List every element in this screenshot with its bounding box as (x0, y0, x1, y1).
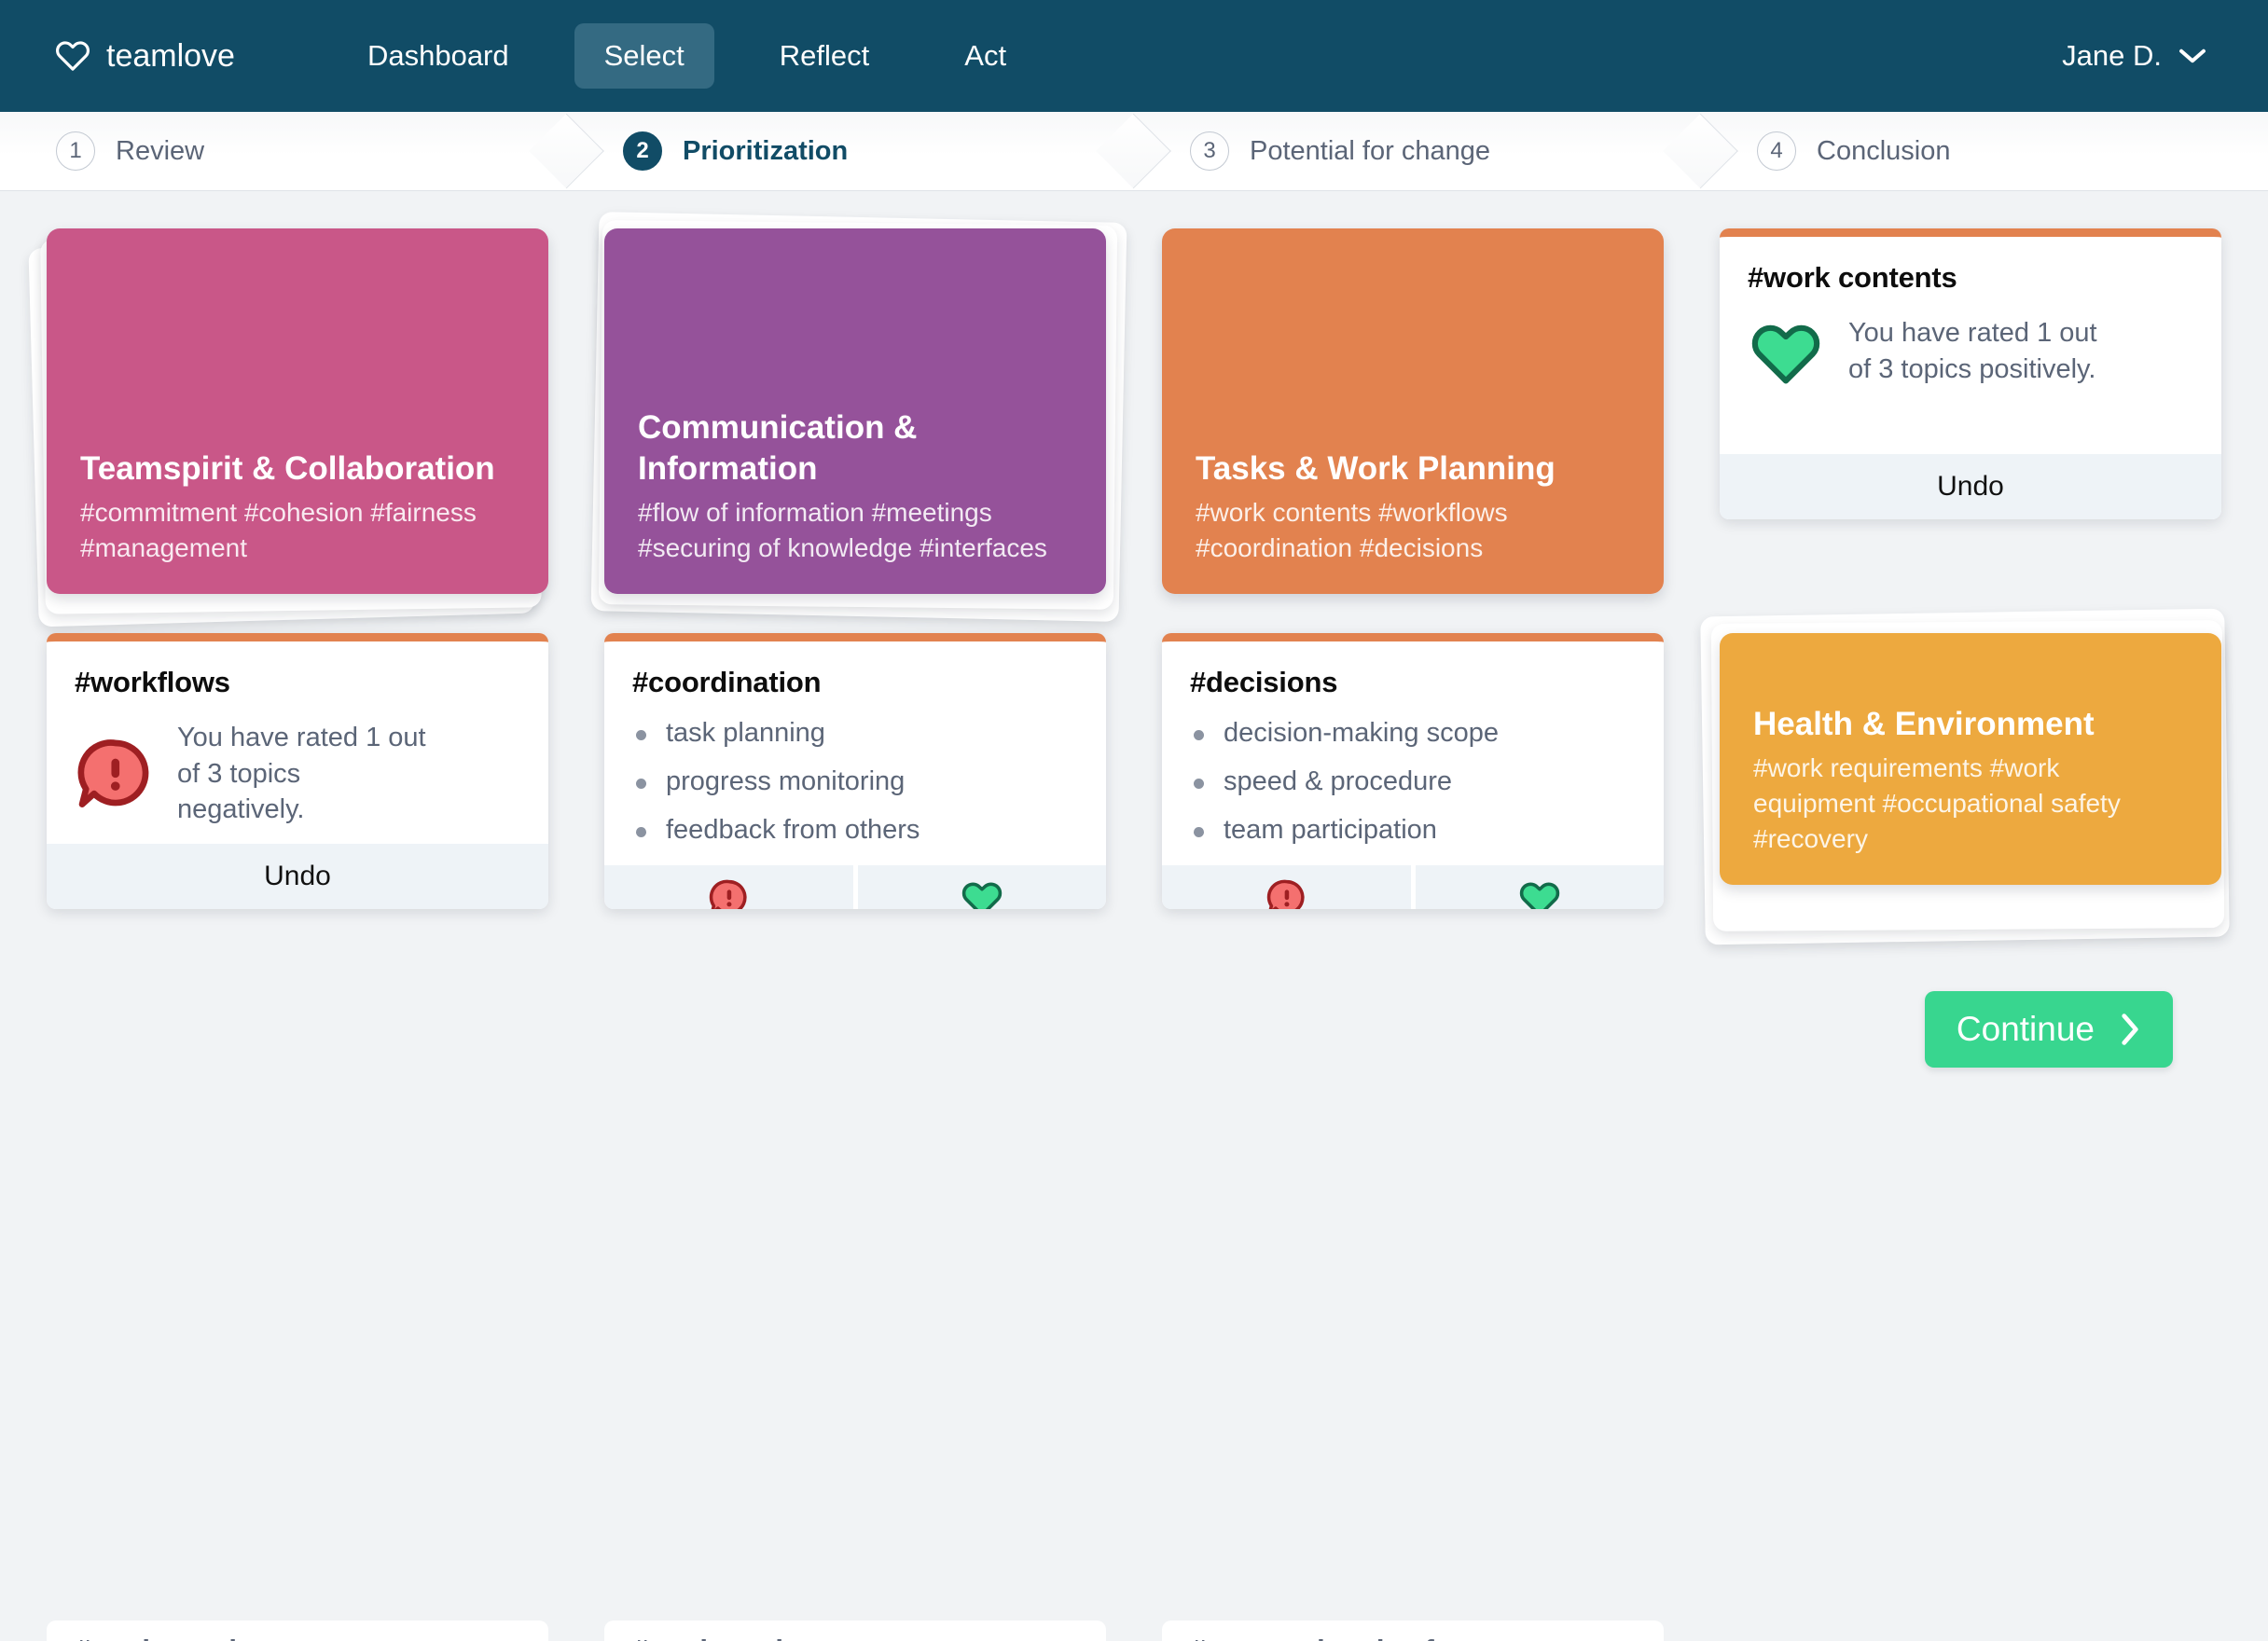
undo-button[interactable]: Undo (47, 844, 548, 909)
step-conclusion[interactable]: 4 Conclusion (1701, 112, 2268, 190)
nav-item-dashboard[interactable]: Dashboard (338, 23, 539, 89)
heart-outline-icon (56, 41, 90, 71)
user-menu[interactable]: Jane D. (2062, 39, 2233, 73)
cards-grid: Teamspirit & Collaboration #commitment #… (28, 212, 2230, 945)
brand-name: teamlove (106, 37, 235, 74)
list-item: feedback from others (632, 816, 1078, 845)
rating-card-body: #decisions decision-making scope speed &… (1162, 641, 1664, 865)
rating-card-body: #work contents You have rated 1 out of 3… (1720, 237, 2221, 454)
step-label: Potential for change (1250, 135, 1490, 166)
step-number: 1 (56, 131, 95, 171)
rate-negative-button[interactable] (1162, 864, 1411, 909)
nav-item-reflect[interactable]: Reflect (750, 23, 899, 89)
topic-card-title: Health & Environment (1753, 706, 2095, 743)
topic-card-tags: #work contents #workflows #coordination … (1196, 497, 1508, 562)
topic-card-title: Teamspirit & Collaboration (80, 450, 495, 488)
rating-slot-work-contents: #work contents You have rated 1 out of 3… (1720, 228, 2221, 594)
topic-card-communication[interactable]: Communication & Information #flow of inf… (604, 228, 1106, 594)
nav-item-act[interactable]: Act (934, 23, 1036, 89)
brand-logo[interactable]: teamlove (35, 37, 235, 75)
step-potential-for-change[interactable]: 3 Potential for change (1134, 112, 1701, 190)
rating-card-work-contents: #work contents You have rated 1 out of 3… (1720, 228, 2221, 519)
speech-bubble-alert-icon (1267, 879, 1305, 909)
continue-button[interactable]: Continue (1924, 991, 2173, 1068)
peek-card-title: #work equipment (632, 1634, 870, 1641)
nav-item-select[interactable]: Select (574, 23, 714, 89)
rating-card-workflows: #workflows You have rated 1 out of 3 top… (47, 633, 548, 909)
rate-positive-button[interactable] (1415, 864, 1664, 909)
peek-card[interactable]: #work equipment (604, 1620, 1106, 1641)
peek-card[interactable]: #occupational safety (1162, 1620, 1664, 1641)
next-cards-peek-row: #work requirements #work equipment #occu… (47, 1620, 2221, 1641)
peek-card-title: #occupational safety (1190, 1634, 1476, 1641)
peek-card-title: #work requirements (75, 1634, 350, 1641)
rating-card-body: #coordination task planning progress mon… (604, 641, 1106, 865)
rating-card-title: #workflows (75, 666, 230, 698)
rate-positive-button[interactable] (857, 864, 1106, 909)
peek-card[interactable]: #work requirements (47, 1620, 548, 1641)
rating-status-row: You have rated 1 out of 3 topics positiv… (1748, 315, 2193, 387)
topic-card-title: Communication & Information (638, 409, 918, 488)
rating-card-title: #decisions (1190, 666, 1338, 698)
topic-slot-health: Health & Environment #work requirements … (1700, 608, 2230, 945)
step-number: 4 (1757, 131, 1796, 171)
rating-card-coordination: #coordination task planning progress mon… (604, 633, 1106, 909)
rating-message: You have rated 1 out of 3 topics positiv… (1848, 318, 2097, 384)
topic-slot-tasks: Tasks & Work Planning #work contents #wo… (1162, 228, 1664, 594)
step-label: Review (116, 135, 205, 166)
rating-card-actions: Undo (1720, 454, 2221, 519)
app-header: teamlove Dashboard Select Reflect Act Ja… (0, 0, 2268, 112)
rating-card-title: #coordination (632, 666, 822, 698)
rating-card-body: #workflows You have rated 1 out of 3 top… (47, 641, 548, 844)
list-item: team participation (1190, 816, 1636, 845)
rating-status-row: You have rated 1 out of 3 topics negativ… (75, 720, 520, 828)
heart-filled-icon (961, 882, 1002, 909)
list-item: decision-making scope (1190, 719, 1636, 748)
chevron-right-icon (2122, 1014, 2138, 1045)
rating-card-actions (1162, 864, 1664, 909)
topic-card-tasks[interactable]: Tasks & Work Planning #work contents #wo… (1162, 228, 1664, 594)
rating-message: You have rated 1 out of 3 topics negativ… (177, 723, 426, 825)
rating-card-actions: Undo (47, 844, 548, 909)
step-prioritization[interactable]: 2 Prioritization (567, 112, 1134, 190)
topic-card-tags: #commitment #cohesion #fairness #managem… (80, 497, 477, 562)
continue-label: Continue (1956, 1010, 2095, 1048)
topic-card-health[interactable]: Health & Environment #work requirements … (1720, 633, 2221, 885)
topic-card-teamspirit[interactable]: Teamspirit & Collaboration #commitment #… (47, 228, 548, 594)
rating-card-decisions: #decisions decision-making scope speed &… (1162, 633, 1664, 909)
heart-filled-icon (1751, 324, 1820, 384)
topic-slot-teamspirit: Teamspirit & Collaboration #commitment #… (28, 228, 548, 627)
user-name: Jane D. (2062, 39, 2162, 72)
progress-stepper: 1 Review 2 Prioritization 3 Potential fo… (0, 112, 2268, 191)
rating-slot-workflows: #workflows You have rated 1 out of 3 top… (47, 633, 548, 909)
topic-card-tags: #flow of information #meetings #securing… (638, 497, 1047, 562)
topic-slot-communication: Communication & Information #flow of inf… (590, 212, 1127, 622)
step-label: Prioritization (683, 135, 849, 166)
rate-negative-button[interactable] (604, 864, 853, 909)
main-content: Teamspirit & Collaboration #commitment #… (0, 191, 2268, 1068)
step-number: 2 (623, 131, 662, 171)
topic-card-tags: #work requirements #work equipment #occu… (1753, 752, 2121, 853)
rating-card-title: #work contents (1748, 261, 1957, 294)
step-review[interactable]: 1 Review (0, 112, 567, 190)
chevron-down-icon (2179, 48, 2206, 63)
rating-card-actions (604, 864, 1106, 909)
rating-slot-coordination: #coordination task planning progress mon… (604, 633, 1106, 909)
step-number: 3 (1190, 131, 1229, 171)
step-label: Conclusion (1817, 135, 1951, 166)
speech-bubble-alert-icon (710, 879, 747, 909)
speech-bubble-alert-icon (77, 739, 149, 807)
heart-filled-icon (1519, 882, 1559, 909)
rating-slot-decisions: #decisions decision-making scope speed &… (1162, 633, 1664, 909)
main-nav: Dashboard Select Reflect Act (338, 23, 1072, 89)
list-item: task planning (632, 719, 1078, 748)
topic-card-title: Tasks & Work Planning (1196, 450, 1556, 488)
list-item: speed & procedure (1190, 767, 1636, 796)
topic-item-list: decision-making scope speed & procedure … (1190, 719, 1636, 845)
list-item: progress monitoring (632, 767, 1078, 796)
undo-button[interactable]: Undo (1720, 454, 2221, 519)
topic-item-list: task planning progress monitoring feedba… (632, 719, 1078, 845)
